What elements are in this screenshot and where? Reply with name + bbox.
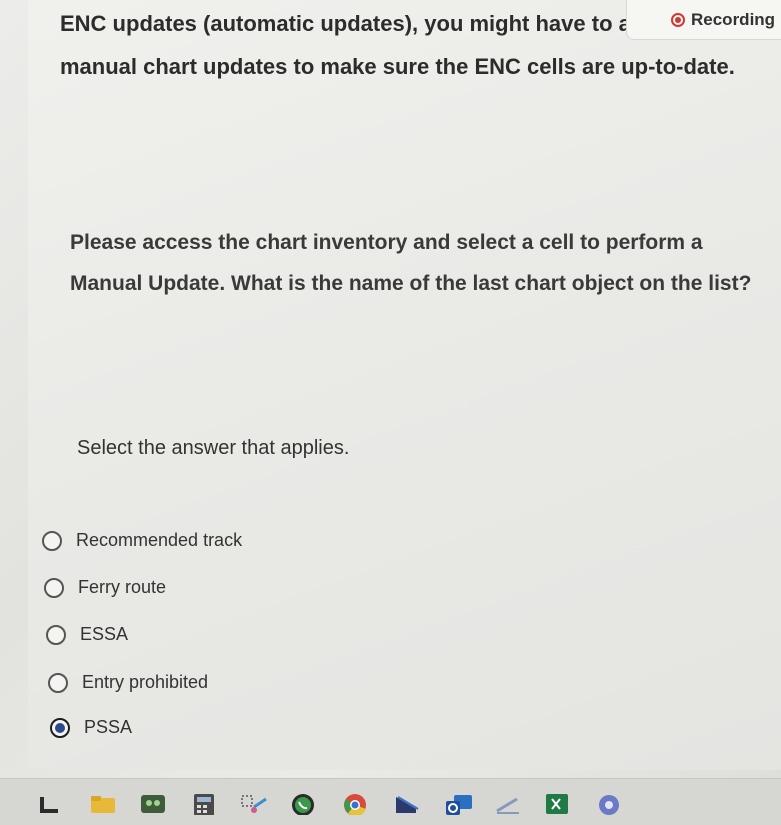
recording-badge[interactable]: Recording <box>626 0 781 40</box>
recording-label: Recording <box>691 9 776 29</box>
option-label: Ferry route <box>78 577 167 597</box>
option-pssa[interactable]: PSSA <box>50 717 132 738</box>
radio-button-selected[interactable] <box>50 717 70 738</box>
folder-icon[interactable] <box>90 793 116 815</box>
radio-button[interactable] <box>48 672 68 693</box>
question-panel <box>28 0 781 770</box>
screen: ENC updates (automatic updates), you mig… <box>0 0 781 778</box>
radio-button[interactable] <box>46 624 66 645</box>
option-label: Entry prohibited <box>82 672 209 692</box>
instruction-text: Select the answer that applies. <box>77 437 350 459</box>
radio-button[interactable] <box>44 577 64 598</box>
outlook-icon[interactable] <box>444 793 474 815</box>
record-icon <box>671 12 685 27</box>
calculator-icon[interactable] <box>193 793 215 815</box>
option-label: Recommended track <box>76 530 243 550</box>
snipping-tool-icon[interactable] <box>240 793 270 815</box>
pen-icon[interactable] <box>394 793 420 815</box>
ruler-icon[interactable] <box>495 793 521 815</box>
option-essa[interactable]: ESSA <box>46 624 128 645</box>
photos-icon[interactable] <box>140 793 166 815</box>
radio-button[interactable] <box>42 530 62 551</box>
option-label: PSSA <box>84 717 133 737</box>
option-ferry-route[interactable]: Ferry route <box>44 577 166 598</box>
taskbar <box>0 778 781 825</box>
chrome-icon[interactable] <box>342 793 368 815</box>
question-text: Please access the chart inventory and se… <box>70 231 752 295</box>
option-label: ESSA <box>80 624 129 644</box>
excel-icon[interactable] <box>545 793 569 815</box>
settings-icon[interactable] <box>596 793 622 815</box>
document-icon[interactable] <box>38 793 62 815</box>
option-entry-prohibited[interactable]: Entry prohibited <box>48 672 208 693</box>
whatsapp-icon[interactable] <box>290 793 316 815</box>
option-recommended-track[interactable]: Recommended track <box>42 530 242 551</box>
